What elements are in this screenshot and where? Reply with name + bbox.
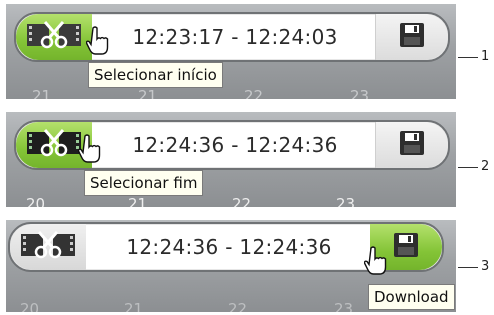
- clip-range-bar: 12:23:17 - 12:24:03: [14, 12, 450, 62]
- cut-clip-button[interactable]: [10, 224, 86, 270]
- tick-label: 22: [232, 195, 252, 207]
- time-range-display: 12:24:36 - 12:24:36: [126, 235, 332, 259]
- floppy-disk-icon: [398, 129, 426, 161]
- timeline-ticks: 21 21 22 23: [6, 81, 456, 99]
- floppy-disk-icon: [392, 231, 420, 263]
- select-start-button[interactable]: [16, 14, 92, 60]
- tooltip-select-end: Selecionar fim: [84, 170, 204, 196]
- film-scissors-icon: [25, 20, 83, 54]
- tick-label: 22: [228, 300, 248, 312]
- tick-label: 23: [334, 300, 354, 312]
- callout-line: [458, 167, 478, 168]
- tick-label: 20: [26, 195, 46, 207]
- callout-number: 3: [481, 259, 490, 274]
- tick-label: 21: [124, 300, 144, 312]
- tooltip-download: Download: [368, 284, 455, 310]
- timeline-ticks: 20 21 22 23: [6, 189, 456, 207]
- hand-pointer-icon: [363, 246, 390, 276]
- film-scissors-icon: [19, 230, 77, 264]
- callout-number: 2: [481, 159, 490, 174]
- download-button[interactable]: [375, 14, 448, 60]
- tooltip-select-start: Selecionar início: [88, 62, 223, 88]
- callout-line: [458, 267, 478, 268]
- time-range-display: 12:24:36 - 12:24:36: [132, 133, 338, 157]
- floppy-disk-icon: [398, 21, 426, 53]
- time-range-display: 12:23:17 - 12:24:03: [132, 25, 338, 49]
- tick-label: 22: [244, 87, 264, 99]
- clip-panel-2: 20 21 22 23 12:24:36 - 12:24:36 Selecion…: [6, 112, 456, 207]
- tick-label: 20: [20, 300, 40, 312]
- hand-pointer-icon: [77, 134, 104, 164]
- callout-number: 1: [481, 49, 490, 64]
- download-button[interactable]: [375, 122, 448, 168]
- clip-panel-3: 20 21 22 23 12:24:36 - 12:24:36 Download: [6, 220, 456, 312]
- tick-label: 21: [138, 87, 158, 99]
- tick-label: 23: [336, 195, 356, 207]
- tick-label: 23: [350, 87, 370, 99]
- callout-line: [458, 57, 478, 58]
- film-scissors-icon: [25, 128, 83, 162]
- hand-pointer-icon: [85, 26, 112, 56]
- tick-label: 21: [32, 87, 52, 99]
- tick-label: 21: [128, 195, 148, 207]
- clip-panel-1: 21 21 22 23 12:23:17 - 12:24:03 Selecion…: [6, 4, 456, 99]
